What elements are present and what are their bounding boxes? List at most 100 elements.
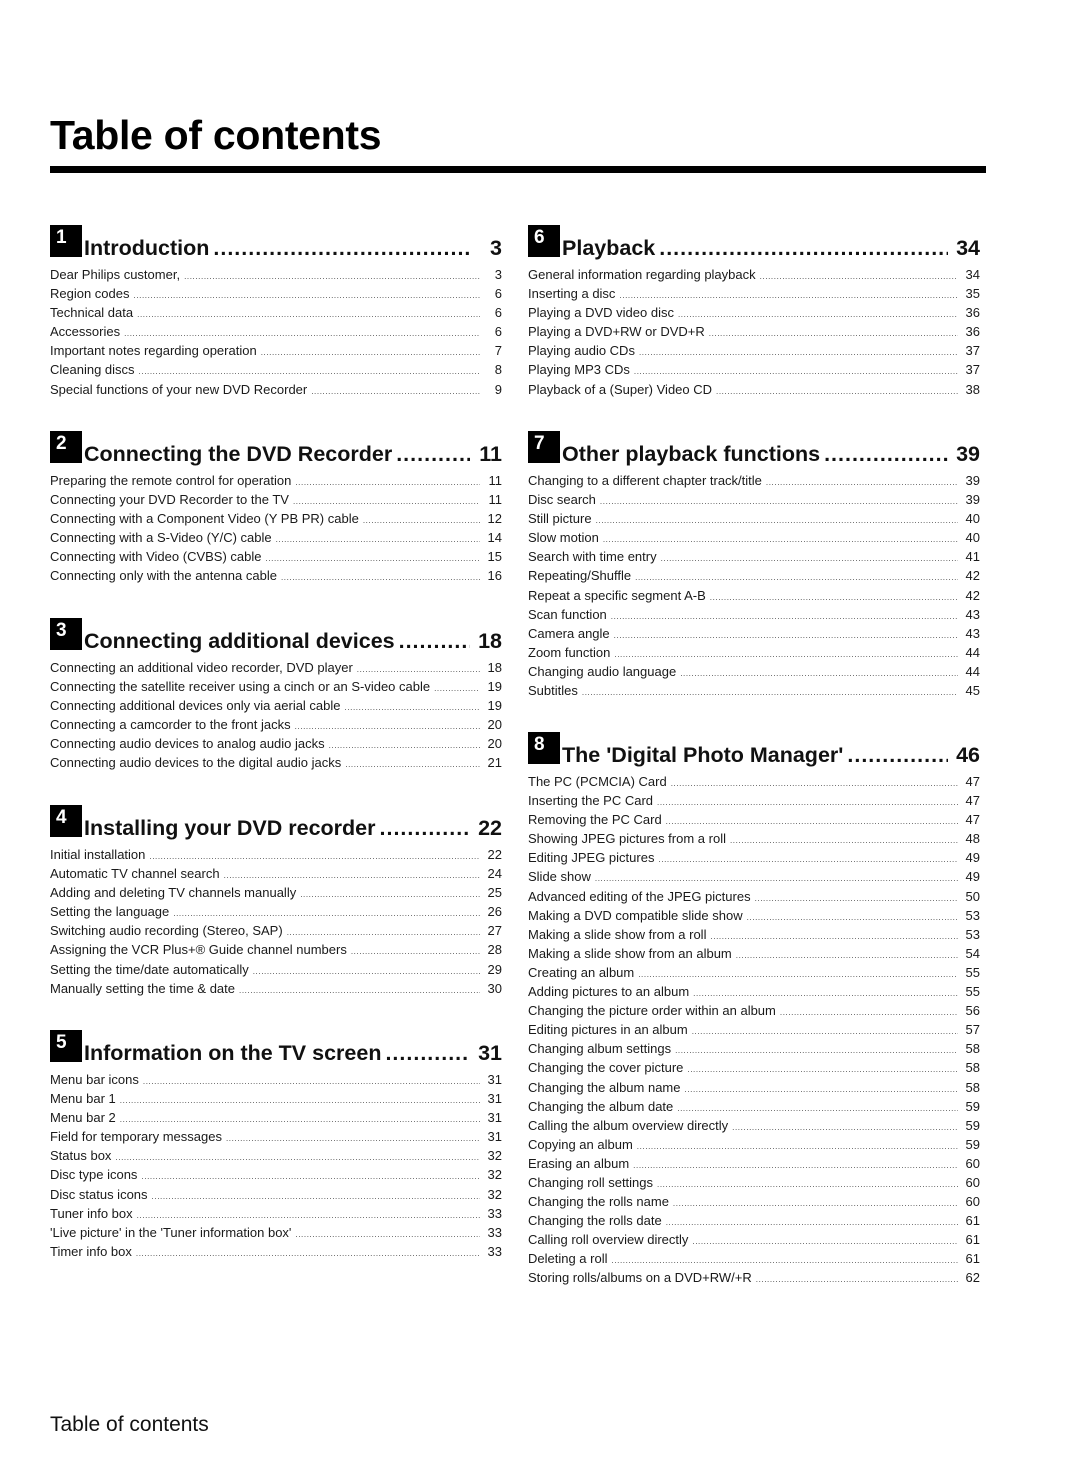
section-title[interactable]: Information on the TV screen xyxy=(84,1041,381,1066)
toc-entry[interactable]: Connecting audio devices to the digital … xyxy=(50,755,502,774)
entry-title[interactable]: Menu bar 1 xyxy=(50,1091,116,1106)
entry-title[interactable]: Setting the language xyxy=(50,904,169,919)
toc-entry[interactable]: Still picture 40 xyxy=(528,511,980,530)
toc-entry[interactable]: Adding pictures to an album 55 xyxy=(528,984,980,1003)
entry-title[interactable]: Setting the time/date automatically xyxy=(50,962,249,977)
toc-entry[interactable]: Timer info box 33 xyxy=(50,1244,502,1263)
toc-entry[interactable]: Playback of a (Super) Video CD 38 xyxy=(528,382,980,401)
entry-title[interactable]: Making a DVD compatible slide show xyxy=(528,908,743,923)
toc-entry[interactable]: Making a DVD compatible slide show 53 xyxy=(528,908,980,927)
entry-title[interactable]: Showing JPEG pictures from a roll xyxy=(528,831,726,846)
section-heading[interactable]: 2 Connecting the DVD Recorder 11 xyxy=(50,431,502,467)
toc-entry[interactable]: Setting the language 26 xyxy=(50,904,502,923)
toc-entry[interactable]: Playing a DVD+RW or DVD+R 36 xyxy=(528,324,980,343)
toc-entry[interactable]: Making a slide show from a roll 53 xyxy=(528,927,980,946)
toc-entry[interactable]: Connecting a camcorder to the front jack… xyxy=(50,717,502,736)
toc-entry[interactable]: Editing pictures in an album 57 xyxy=(528,1022,980,1041)
entry-title[interactable]: Disc status icons xyxy=(50,1187,148,1202)
section-heading[interactable]: 6 Playback 34 xyxy=(528,225,980,261)
entry-title[interactable]: 'Live picture' in the 'Tuner information… xyxy=(50,1225,291,1240)
entry-title[interactable]: General information regarding playback xyxy=(528,267,756,282)
toc-entry[interactable]: The PC (PCMCIA) Card 47 xyxy=(528,774,980,793)
entry-title[interactable]: Technical data xyxy=(50,305,133,320)
entry-title[interactable]: Repeat a specific segment A-B xyxy=(528,588,706,603)
entry-title[interactable]: Field for temporary messages xyxy=(50,1129,222,1144)
toc-entry[interactable]: Connecting the satellite receiver using … xyxy=(50,679,502,698)
section-heading[interactable]: 1 Introduction 3 xyxy=(50,225,502,261)
section-heading[interactable]: 3 Connecting additional devices 18 xyxy=(50,618,502,654)
entry-title[interactable]: Changing the album name xyxy=(528,1080,681,1095)
toc-entry[interactable]: Menu bar 2 31 xyxy=(50,1110,502,1129)
toc-entry[interactable]: Connecting your DVD Recorder to the TV 1… xyxy=(50,492,502,511)
toc-entry[interactable]: Calling the album overview directly 59 xyxy=(528,1118,980,1137)
toc-entry[interactable]: Field for temporary messages 31 xyxy=(50,1129,502,1148)
toc-entry[interactable]: Making a slide show from an album 54 xyxy=(528,946,980,965)
toc-entry[interactable]: Removing the PC Card 47 xyxy=(528,812,980,831)
toc-entry[interactable]: Changing roll settings 60 xyxy=(528,1175,980,1194)
toc-entry[interactable]: Dear Philips customer, 3 xyxy=(50,267,502,286)
entry-title[interactable]: Changing roll settings xyxy=(528,1175,653,1190)
toc-entry[interactable]: Search with time entry 41 xyxy=(528,549,980,568)
toc-entry[interactable]: Changing the album name 58 xyxy=(528,1080,980,1099)
entry-title[interactable]: Initial installation xyxy=(50,847,145,862)
entry-title[interactable]: Changing album settings xyxy=(528,1041,671,1056)
entry-title[interactable]: Playing a DVD video disc xyxy=(528,305,674,320)
section-title[interactable]: Connecting additional devices xyxy=(84,629,395,654)
entry-title[interactable]: Playing audio CDs xyxy=(528,343,635,358)
toc-entry[interactable]: Inserting the PC Card 47 xyxy=(528,793,980,812)
toc-entry[interactable]: Repeat a specific segment A-B 42 xyxy=(528,588,980,607)
entry-title[interactable]: Status box xyxy=(50,1148,111,1163)
toc-entry[interactable]: Preparing the remote control for operati… xyxy=(50,473,502,492)
toc-entry[interactable]: Disc search 39 xyxy=(528,492,980,511)
toc-entry[interactable]: Changing the rolls name 60 xyxy=(528,1194,980,1213)
entry-title[interactable]: Calling the album overview directly xyxy=(528,1118,728,1133)
toc-entry[interactable]: Storing rolls/albums on a DVD+RW/+R 62 xyxy=(528,1270,980,1289)
entry-title[interactable]: Subtitles xyxy=(528,683,578,698)
toc-entry[interactable]: Setting the time/date automatically 29 xyxy=(50,962,502,981)
entry-title[interactable]: Still picture xyxy=(528,511,592,526)
entry-title[interactable]: Cleaning discs xyxy=(50,362,135,377)
toc-entry[interactable]: Initial installation 22 xyxy=(50,847,502,866)
toc-entry[interactable]: Deleting a roll 61 xyxy=(528,1251,980,1270)
toc-entry[interactable]: Changing the rolls date 61 xyxy=(528,1213,980,1232)
toc-entry[interactable]: Copying an album 59 xyxy=(528,1137,980,1156)
toc-entry[interactable]: Camera angle 43 xyxy=(528,626,980,645)
entry-title[interactable]: Calling roll overview directly xyxy=(528,1232,688,1247)
toc-entry[interactable]: Status box 32 xyxy=(50,1148,502,1167)
toc-entry[interactable]: Erasing an album 60 xyxy=(528,1156,980,1175)
entry-title[interactable]: Connecting with a S-Video (Y/C) cable xyxy=(50,530,272,545)
toc-entry[interactable]: Playing MP3 CDs 37 xyxy=(528,362,980,381)
entry-title[interactable]: Changing to a different chapter track/ti… xyxy=(528,473,762,488)
toc-entry[interactable]: Playing audio CDs 37 xyxy=(528,343,980,362)
toc-entry[interactable]: General information regarding playback 3… xyxy=(528,267,980,286)
toc-entry[interactable]: Adding and deleting TV channels manually… xyxy=(50,885,502,904)
toc-entry[interactable]: Scan function 43 xyxy=(528,607,980,626)
entry-title[interactable]: Connecting with Video (CVBS) cable xyxy=(50,549,262,564)
toc-entry[interactable]: Accessories 6 xyxy=(50,324,502,343)
toc-entry[interactable]: Changing to a different chapter track/ti… xyxy=(528,473,980,492)
toc-entry[interactable]: 'Live picture' in the 'Tuner information… xyxy=(50,1225,502,1244)
entry-title[interactable]: Menu bar 2 xyxy=(50,1110,116,1125)
entry-title[interactable]: Storing rolls/albums on a DVD+RW/+R xyxy=(528,1270,752,1285)
toc-entry[interactable]: Connecting an additional video recorder,… xyxy=(50,660,502,679)
entry-title[interactable]: Switching audio recording (Stereo, SAP) xyxy=(50,923,283,938)
entry-title[interactable]: Slow motion xyxy=(528,530,599,545)
entry-title[interactable]: Inserting the PC Card xyxy=(528,793,653,808)
toc-entry[interactable]: Menu bar icons 31 xyxy=(50,1072,502,1091)
toc-entry[interactable]: Advanced editing of the JPEG pictures 50 xyxy=(528,889,980,908)
entry-title[interactable]: Slide show xyxy=(528,869,591,884)
section-title[interactable]: Introduction xyxy=(84,236,209,261)
toc-entry[interactable]: Important notes regarding operation 7 xyxy=(50,343,502,362)
entry-title[interactable]: Special functions of your new DVD Record… xyxy=(50,382,307,397)
entry-title[interactable]: Scan function xyxy=(528,607,607,622)
entry-title[interactable]: Editing JPEG pictures xyxy=(528,850,654,865)
entry-title[interactable]: Creating an album xyxy=(528,965,634,980)
toc-entry[interactable]: Manually setting the time & date 30 xyxy=(50,981,502,1000)
entry-title[interactable]: Copying an album xyxy=(528,1137,633,1152)
toc-entry[interactable]: Switching audio recording (Stereo, SAP) … xyxy=(50,923,502,942)
entry-title[interactable]: Assigning the VCR Plus+® Guide channel n… xyxy=(50,942,347,957)
entry-title[interactable]: Zoom function xyxy=(528,645,610,660)
entry-title[interactable]: Automatic TV channel search xyxy=(50,866,220,881)
entry-title[interactable]: Adding and deleting TV channels manually xyxy=(50,885,296,900)
entry-title[interactable]: Tuner info box xyxy=(50,1206,133,1221)
